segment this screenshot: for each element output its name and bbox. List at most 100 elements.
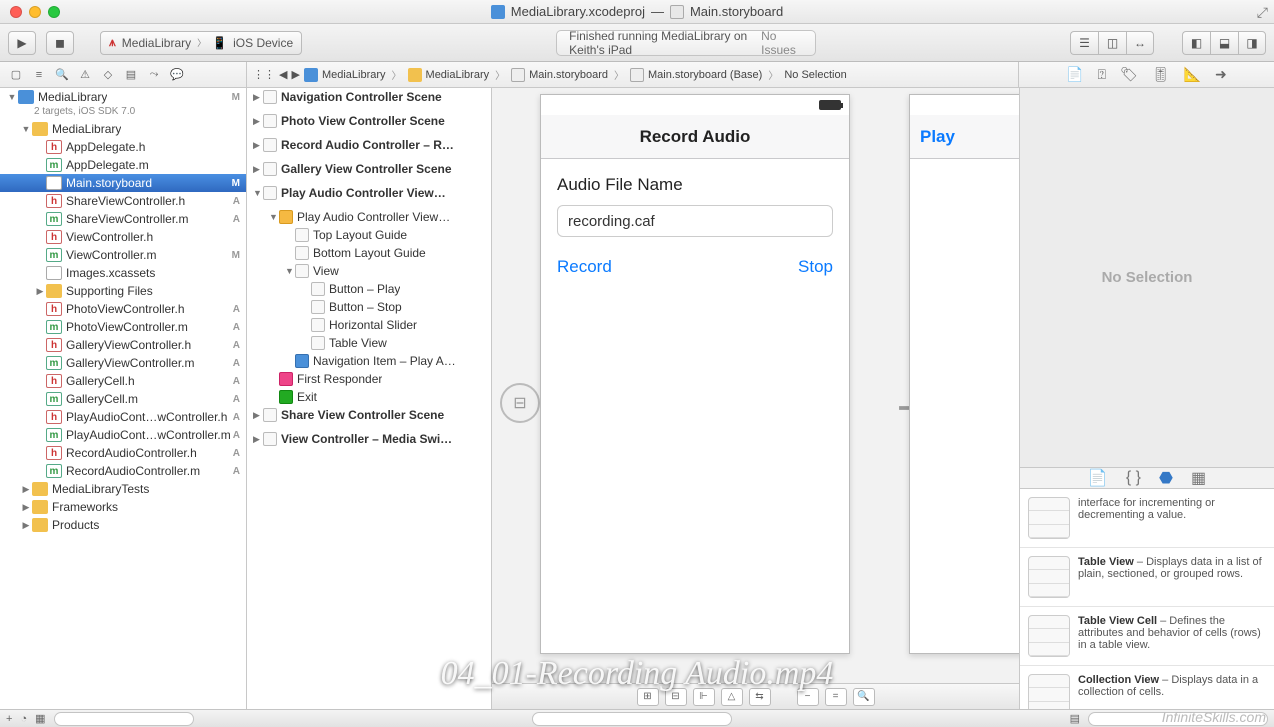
outline-item[interactable]: ▶Navigation Controller Scene xyxy=(247,88,491,106)
nav-item[interactable]: mGalleryViewController.mA xyxy=(0,354,246,372)
jump-seg-3[interactable]: Main.storyboard (Base) xyxy=(648,69,762,81)
nav-item[interactable]: ▶Frameworks xyxy=(0,498,246,516)
outline-item[interactable]: Button – Stop xyxy=(247,298,491,316)
project-navigator[interactable]: ▼MediaLibraryM2 targets, iOS SDK 7.0▼Med… xyxy=(0,88,247,709)
nav-item[interactable]: ▼MediaLibrary xyxy=(0,120,246,138)
nav-item[interactable]: mGalleryCell.mA xyxy=(0,390,246,408)
disclosure-triangle-icon[interactable]: ▼ xyxy=(285,266,295,276)
outline-item[interactable]: ▶Record Audio Controller – R… xyxy=(247,136,491,154)
filter-recent-icon[interactable]: ◔ xyxy=(20,713,27,725)
fullscreen-icon[interactable]: ⤢ xyxy=(1257,4,1268,21)
nav-item[interactable]: mAppDelegate.m xyxy=(0,156,246,174)
jump-bar[interactable]: ⋮⋮ ◀ ▶ MediaLibrary〉 MediaLibrary〉 Main.… xyxy=(247,62,1019,87)
disclosure-triangle-icon[interactable]: ▼ xyxy=(253,188,263,198)
nav-item[interactable]: Images.xcassets xyxy=(0,264,246,282)
nav-item[interactable]: ▶Supporting Files xyxy=(0,282,246,300)
code-snippet-library-tab[interactable]: { } xyxy=(1126,469,1141,487)
nav-item[interactable]: hAppDelegate.h xyxy=(0,138,246,156)
scheme-selector[interactable]: ⩚ MediaLibrary 〉 📱 iOS Device xyxy=(100,31,302,55)
nav-item[interactable]: mViewController.mM xyxy=(0,246,246,264)
attributes-inspector-tab[interactable]: 🎚 xyxy=(1152,66,1170,83)
test-navigator-tab[interactable]: ◇ xyxy=(98,66,118,84)
disclosure-triangle-icon[interactable]: ▼ xyxy=(20,124,32,134)
disclosure-triangle-icon[interactable]: ▶ xyxy=(253,92,263,103)
nav-back-play[interactable]: Play xyxy=(920,127,955,147)
disclosure-triangle-icon[interactable]: ▶ xyxy=(20,502,32,513)
identity-inspector-tab[interactable]: 🏷 xyxy=(1120,66,1138,83)
library-item[interactable]: Table View Cell – Defines the attributes… xyxy=(1020,607,1274,666)
nav-item[interactable]: hGalleryViewController.hA xyxy=(0,336,246,354)
jump-seg-0[interactable]: MediaLibrary xyxy=(322,69,386,81)
record-button[interactable]: Record xyxy=(557,257,612,277)
object-library[interactable]: interface for incrementing or decrementi… xyxy=(1020,489,1274,709)
disclosure-triangle-icon[interactable]: ▶ xyxy=(253,410,263,421)
file-inspector-tab[interactable]: 📄 xyxy=(1066,66,1083,83)
pin-button[interactable]: ⊩ xyxy=(693,688,715,706)
scene-record-audio[interactable]: Record Audio Audio File Name Record Stop xyxy=(540,94,850,654)
navigator-filter-field[interactable] xyxy=(54,712,194,726)
nav-item[interactable]: hPhotoViewController.hA xyxy=(0,300,246,318)
nav-item[interactable]: hViewController.h xyxy=(0,228,246,246)
outline-item[interactable]: Bottom Layout Guide xyxy=(247,244,491,262)
nav-item[interactable]: hGalleryCell.hA xyxy=(0,372,246,390)
toggle-utilities-button[interactable]: ◨ xyxy=(1238,31,1266,55)
outline-item[interactable]: Top Layout Guide xyxy=(247,226,491,244)
size-inspector-tab[interactable]: 📐 xyxy=(1184,66,1201,83)
jump-seg-2[interactable]: Main.storyboard xyxy=(529,69,608,81)
object-library-tab[interactable]: ⬣ xyxy=(1159,468,1173,488)
add-button[interactable]: + xyxy=(6,713,12,725)
disclosure-triangle-icon[interactable]: ▶ xyxy=(253,434,263,445)
disclosure-triangle-icon[interactable]: ▼ xyxy=(6,92,18,102)
disclosure-triangle-icon[interactable]: ▶ xyxy=(20,520,32,531)
close-window-button[interactable] xyxy=(10,6,22,18)
nav-item[interactable]: mRecordAudioController.mA xyxy=(0,462,246,480)
outline-item[interactable]: ▶View Controller – Media Swi… xyxy=(247,430,491,448)
debug-navigator-tab[interactable]: ▤ xyxy=(121,66,141,84)
connections-inspector-tab[interactable]: ➜ xyxy=(1215,66,1227,83)
outline-item[interactable]: ▼View xyxy=(247,262,491,280)
library-item[interactable]: Collection View – Displays data in a col… xyxy=(1020,666,1274,709)
stop-record-button[interactable]: Stop xyxy=(798,257,833,277)
disclosure-triangle-icon[interactable]: ▼ xyxy=(269,212,279,222)
outline-item[interactable]: Button – Play xyxy=(247,280,491,298)
nav-item[interactable]: mShareViewController.mA xyxy=(0,210,246,228)
go-back-button[interactable]: ◀ xyxy=(279,68,287,81)
disclosure-triangle-icon[interactable]: ▶ xyxy=(253,140,263,151)
outline-item[interactable]: Horizontal Slider xyxy=(247,316,491,334)
outline-item[interactable]: Navigation Item – Play A… xyxy=(247,352,491,370)
log-navigator-tab[interactable]: 💬 xyxy=(167,66,187,84)
quickhelp-inspector-tab[interactable]: ⍰ xyxy=(1098,66,1106,83)
nav-item[interactable]: ▶MediaLibraryTests xyxy=(0,480,246,498)
media-library-tab[interactable]: ▦ xyxy=(1191,468,1206,488)
zoom-actual-button[interactable]: = xyxy=(825,688,847,706)
scene-play-audio-partial[interactable]: Play T Pr xyxy=(909,94,1019,654)
stop-button[interactable]: ◼ xyxy=(46,31,74,55)
any-any-button[interactable]: ⊞ xyxy=(637,688,659,706)
resolve-issues-button[interactable]: △ xyxy=(721,688,743,706)
zoom-window-button[interactable] xyxy=(48,6,60,18)
related-items-icon[interactable]: ⋮⋮ xyxy=(253,68,275,81)
nav-item[interactable]: hPlayAudioCont…wController.hA xyxy=(0,408,246,426)
toggle-navigator-button[interactable]: ◧ xyxy=(1182,31,1210,55)
library-item[interactable]: interface for incrementing or decrementi… xyxy=(1020,489,1274,548)
outline-item[interactable]: Table View xyxy=(247,334,491,352)
issue-navigator-tab[interactable]: ⚠ xyxy=(75,66,95,84)
outline-item[interactable]: ▼Play Audio Controller View… xyxy=(247,208,491,226)
outline-item[interactable]: ▼Play Audio Controller View… xyxy=(247,184,491,202)
editor-assistant-button[interactable]: ◫ xyxy=(1098,31,1126,55)
disclosure-triangle-icon[interactable]: ▶ xyxy=(253,164,263,175)
nav-item[interactable]: mPlayAudioCont…wController.mA xyxy=(0,426,246,444)
zoom-in-button[interactable]: 🔍 xyxy=(853,688,875,706)
go-forward-button[interactable]: ▶ xyxy=(291,68,299,81)
align-button[interactable]: ⊟ xyxy=(665,688,687,706)
disclosure-triangle-icon[interactable]: ▶ xyxy=(20,484,32,495)
file-template-library-tab[interactable]: 📄 xyxy=(1088,468,1108,488)
disclosure-triangle-icon[interactable]: ▶ xyxy=(253,116,263,127)
nav-item[interactable]: mPhotoViewController.mA xyxy=(0,318,246,336)
breakpoint-navigator-tab[interactable]: ⤳ xyxy=(144,66,164,84)
filter-scm-icon[interactable]: ▦ xyxy=(35,712,45,725)
minimize-window-button[interactable] xyxy=(29,6,41,18)
nav-item[interactable]: Main.storyboardM xyxy=(0,174,246,192)
outline-item[interactable]: ▶Share View Controller Scene xyxy=(247,406,491,424)
library-item[interactable]: Table View – Displays data in a list of … xyxy=(1020,548,1274,607)
